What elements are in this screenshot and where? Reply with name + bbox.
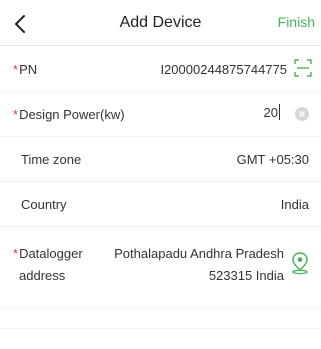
- design-power-input[interactable]: 20: [264, 104, 280, 120]
- time-zone-value[interactable]: GMT +05:30: [237, 152, 309, 167]
- datalogger-address-row[interactable]: *Datalogger address Pothalapadu Andhra P…: [0, 227, 321, 309]
- header-bar: Add Device Finish: [0, 0, 321, 46]
- country-label: Country: [21, 197, 67, 212]
- scan-icon[interactable]: [294, 59, 312, 77]
- datalogger-address-label: *Datalogger address: [13, 243, 83, 287]
- clear-icon[interactable]: [295, 107, 309, 121]
- time-zone-row[interactable]: Time zone GMT +05:30: [0, 137, 321, 182]
- pn-row[interactable]: *PN I20000244875744775: [0, 47, 321, 92]
- country-row[interactable]: Country India: [0, 182, 321, 227]
- design-power-label: *Design Power(kw): [13, 107, 125, 122]
- back-button[interactable]: [10, 13, 30, 35]
- pn-label: *PN: [13, 62, 37, 77]
- time-zone-label: Time zone: [21, 152, 82, 167]
- required-mark: *: [13, 107, 19, 122]
- text-caret: [279, 104, 280, 120]
- chevron-left-icon: [15, 15, 25, 33]
- required-mark: *: [13, 62, 19, 77]
- address-line2: 523315 India: [208, 268, 284, 283]
- device-form: *PN I20000244875744775 *Design Power(kw)…: [0, 47, 321, 309]
- design-power-value: 20: [263, 104, 278, 120]
- bottom-spacer: [0, 328, 321, 349]
- finish-button[interactable]: Finish: [278, 14, 315, 30]
- add-device-screen: Add Device Finish *PN I20000244875744775…: [0, 0, 321, 349]
- required-mark: *: [13, 246, 19, 261]
- location-pin-icon[interactable]: [290, 251, 310, 275]
- design-power-label-text: Design Power(kw): [19, 107, 125, 122]
- address-line1: Pothalapadu Andhra Pradesh: [114, 246, 284, 261]
- design-power-row[interactable]: *Design Power(kw) 20: [0, 92, 321, 137]
- datalogger-label-line2: address: [19, 268, 66, 283]
- country-value[interactable]: India: [281, 197, 309, 212]
- page-title: Add Device: [119, 13, 202, 31]
- datalogger-address-value[interactable]: Pothalapadu Andhra Pradesh 523315 India: [84, 243, 284, 287]
- pn-value[interactable]: I20000244875744775: [160, 62, 287, 77]
- pn-label-text: PN: [19, 62, 38, 77]
- datalogger-label-line1: Datalogger: [19, 246, 83, 261]
